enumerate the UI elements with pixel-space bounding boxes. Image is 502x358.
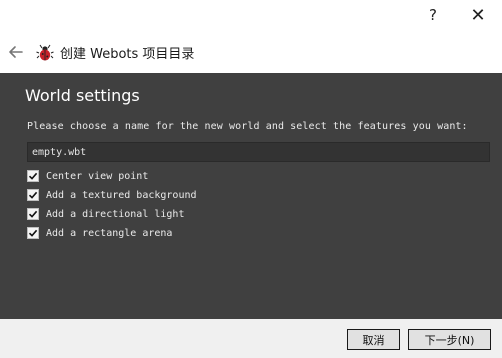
world-settings-panel: World settings Please choose a name for …: [0, 73, 502, 319]
webots-bug-icon: [36, 44, 54, 62]
textured-background-checkbox[interactable]: Add a textured background: [27, 188, 197, 202]
checkmark-icon[interactable]: [27, 208, 39, 220]
world-name-input[interactable]: [27, 142, 490, 162]
next-button[interactable]: 下一步(N): [408, 329, 491, 350]
option-label: Add a rectangle arena: [46, 227, 173, 239]
directional-light-checkbox[interactable]: Add a directional light: [27, 207, 184, 221]
close-icon[interactable]: ✕: [462, 0, 494, 30]
wizard-title: 创建 Webots 项目目录: [60, 47, 195, 62]
instructions-text: Please choose a name for the new world a…: [27, 121, 468, 132]
option-label: Center view point: [46, 170, 149, 182]
checkmark-icon[interactable]: [27, 189, 39, 201]
cancel-button[interactable]: 取消: [347, 329, 400, 350]
wizard-header: 创建 Webots 项目目录: [0, 30, 502, 73]
option-label: Add a directional light: [46, 208, 185, 220]
title-bar: ? ✕: [0, 0, 502, 30]
center-view-point-checkbox[interactable]: Center view point: [27, 169, 148, 183]
button-bar: 取消 下一步(N): [0, 319, 502, 358]
page-title: World settings: [25, 86, 140, 105]
checkmark-icon[interactable]: [27, 227, 39, 239]
option-label: Add a textured background: [46, 189, 197, 201]
checkmark-icon[interactable]: [27, 170, 39, 182]
help-icon[interactable]: ?: [418, 0, 448, 30]
arrow-left-icon[interactable]: [6, 42, 26, 62]
rectangle-arena-checkbox[interactable]: Add a rectangle arena: [27, 226, 172, 240]
